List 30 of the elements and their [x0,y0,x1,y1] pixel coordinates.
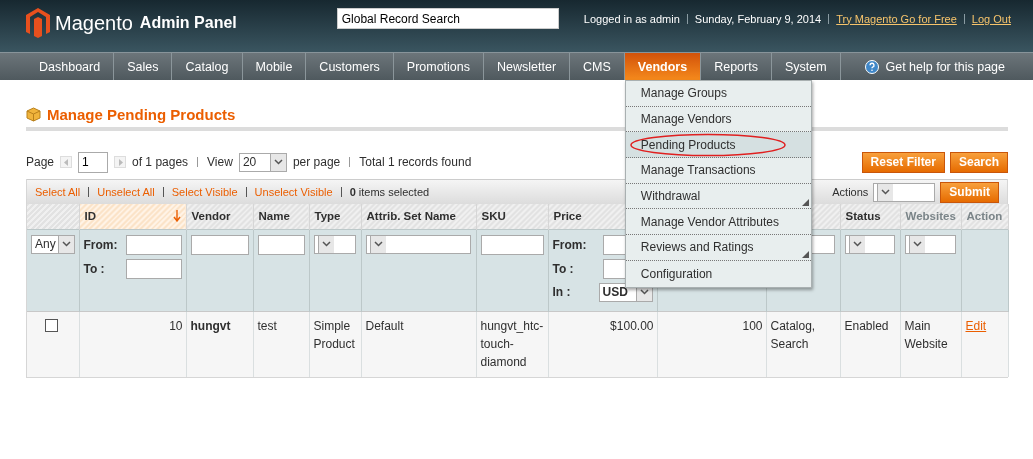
user-text: Logged in as admin [583,12,680,25]
table-cell: Enabled [844,318,889,333]
table-cell: hungvt [190,318,231,333]
actions-label: Actions [832,186,869,198]
column-header: Action [961,204,1008,229]
page-label: Page [26,155,55,169]
from-label: From: [83,237,118,252]
table-cell: Default [365,318,404,333]
view-label: View [207,155,233,169]
logo-subtitle: Admin Panel [139,14,237,32]
to-label: To : [83,261,105,276]
in-label: In : [552,285,571,299]
table-cell: Catalog, Search [770,318,816,351]
date-text: Sunday, February 9, 2014 [694,12,822,25]
page-title: Manage Pending Products [47,106,236,123]
table-cell: Main Website [904,318,948,351]
to-label: To : [552,261,574,276]
records-text: Total 1 records found [359,155,472,169]
table-cell: $100.00 [610,318,654,333]
table-cell: test [257,318,277,333]
pages-text: of 1 pages [132,155,189,169]
table-cell: 10 [169,318,183,333]
logo-text: Magento [55,11,133,35]
table-cell: hungvt_htc-touch-diamond [480,318,544,369]
selection-count: 0 items selected [349,186,430,198]
table-cell: Simple Product [313,318,355,351]
table-cell: 100 [742,318,763,333]
per-page-text: per page [292,155,341,169]
from-label: From: [552,237,587,252]
column-header: Websites [900,204,961,229]
